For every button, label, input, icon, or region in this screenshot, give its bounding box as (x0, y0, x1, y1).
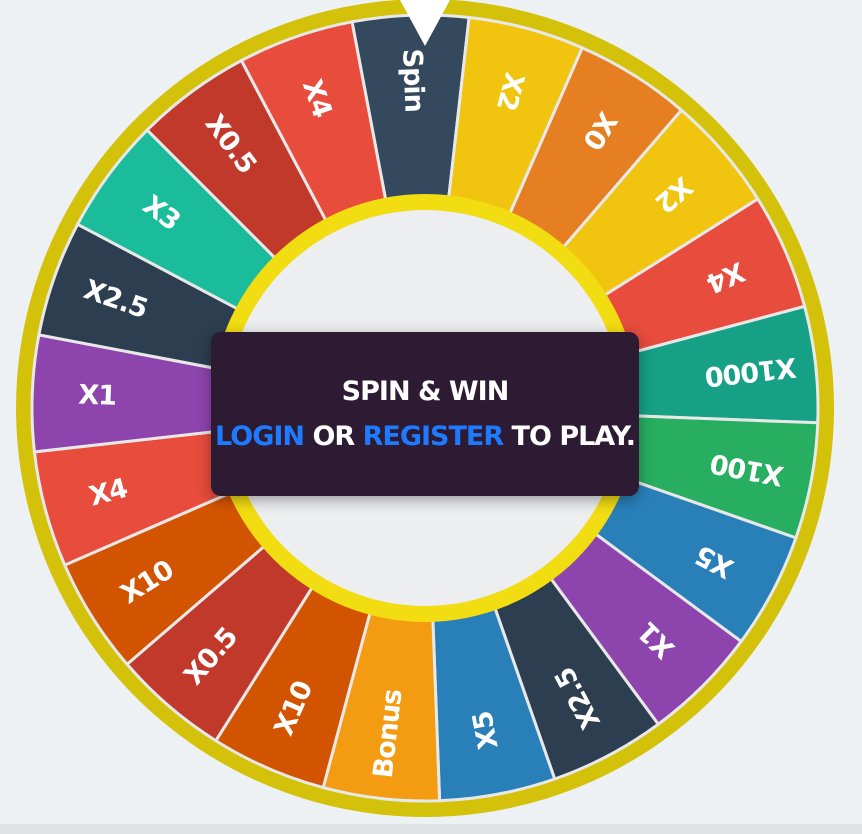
to-play-text: TO PLAY. (511, 421, 636, 452)
login-link[interactable]: LOGIN (215, 421, 305, 452)
panel-title: SPIN & WIN (341, 376, 510, 407)
wheel-segment-label: Spin (396, 48, 429, 112)
spin-wheel-stage: Spin X2 X0 X2 X4 X1000 X100 X5 X1 X2.5 X5 Bonus X10 X… (0, 0, 862, 834)
or-text: OR (312, 421, 355, 452)
bottom-strip (0, 824, 862, 834)
login-register-line: LOGIN OR REGISTER TO PLAY. (215, 421, 636, 452)
wheel-segment-label: X1 (78, 379, 117, 411)
login-prompt-panel: SPIN & WIN LOGIN OR REGISTER TO PLAY. (211, 332, 639, 496)
register-link[interactable]: REGISTER (363, 421, 505, 452)
